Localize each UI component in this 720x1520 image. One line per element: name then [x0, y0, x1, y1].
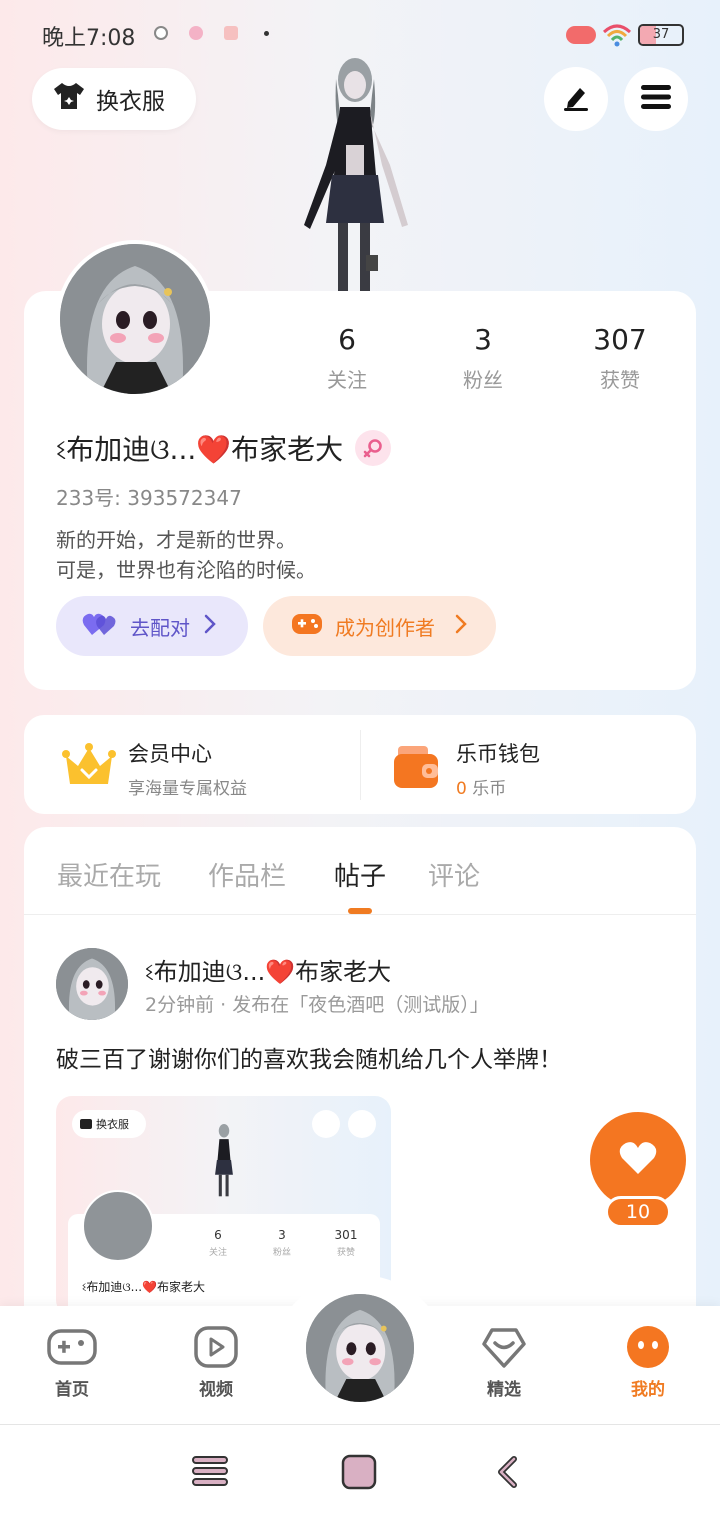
username: ଽ布加迪ଓ...❤️布家老大: [56, 433, 344, 466]
shield-icon: [154, 26, 168, 40]
shirt-icon: [52, 81, 86, 117]
game-controller-icon: [291, 611, 323, 642]
chevron-right-icon: [204, 614, 216, 639]
thumb-outfit-label: 换衣服: [96, 1118, 129, 1131]
tab-comments[interactable]: 评论: [428, 856, 480, 893]
stat-value: 307: [593, 323, 647, 356]
dot-icon: [264, 31, 269, 36]
stat-label: 获赞: [600, 368, 640, 392]
stat-value: 3: [278, 1228, 286, 1242]
change-outfit-label: 换衣服: [96, 89, 165, 115]
stat-label: 关注: [327, 368, 367, 392]
wallet-unit: 乐币: [472, 779, 507, 799]
character-model[interactable]: [290, 55, 420, 295]
tab-recently-played[interactable]: 最近在玩: [57, 856, 161, 893]
face-icon: [598, 1325, 698, 1369]
nav-label: 精选: [487, 1380, 521, 1400]
stat-likes[interactable]: 307 获赞: [565, 323, 675, 393]
female-icon: [355, 430, 392, 466]
stat-fans[interactable]: 3 粉丝: [428, 323, 538, 393]
thumb-stat: 6 关注: [196, 1228, 240, 1258]
post-text[interactable]: 破三百了谢谢你们的喜欢我会随机给几个人举牌！: [56, 1040, 562, 1074]
edit-profile-button[interactable]: [544, 67, 608, 131]
like-count: 10: [605, 1196, 671, 1228]
app-notify-icon: [189, 26, 203, 40]
vip-text: 会员中心 享海量专属权益: [128, 738, 247, 799]
nav-label: 我的: [631, 1380, 665, 1400]
vip-center-entry[interactable]: 会员中心 享海量专属权益: [62, 738, 247, 799]
become-creator-button[interactable]: 成为创作者: [263, 596, 496, 656]
post-author-name[interactable]: ଽ布加迪ଓ...❤️布家老大: [145, 952, 391, 987]
nav-home[interactable]: 首页: [22, 1325, 122, 1400]
stat-label: 获赞: [336, 1248, 355, 1258]
gamepad-icon: [22, 1325, 122, 1369]
stat-following[interactable]: 6 关注: [292, 323, 402, 393]
post-author-avatar[interactable]: [56, 948, 128, 1020]
chevron-right-icon: [455, 614, 467, 639]
thumb-stat: 301 获赞: [324, 1228, 368, 1258]
nav-mine[interactable]: 我的: [598, 1325, 698, 1400]
become-creator-label: 成为创作者: [335, 615, 435, 640]
heart-icon: [618, 1140, 658, 1180]
battery-indicator: 37: [638, 24, 684, 46]
thumb-username: ଽ布加迪ଓ...❤️布家老大: [82, 1280, 206, 1294]
change-outfit-button[interactable]: 换衣服: [32, 68, 196, 130]
stat-value: 6: [338, 323, 356, 356]
shirt-icon: [80, 1119, 92, 1129]
wallet-balance: 0 乐币: [456, 774, 540, 799]
wallet-text: 乐币钱包 0 乐币: [456, 738, 540, 799]
heart-shield-icon: [454, 1325, 554, 1369]
divider: [24, 914, 696, 915]
center-avatar-button[interactable]: [303, 1291, 417, 1405]
wallet-icon: [392, 744, 442, 794]
hamburger-icon: [348, 1110, 376, 1138]
user-id: 233号: 393572347: [56, 486, 242, 510]
status-time: 晚上7:08: [42, 26, 136, 51]
pen-icon: [312, 1110, 340, 1138]
post-meta[interactable]: 2分钟前 · 发布在「夜色酒吧（测试版）」: [145, 990, 489, 1017]
bio-line: 可是，世界也有沦陷的时候。: [56, 558, 316, 582]
nav-picks[interactable]: 精选: [454, 1325, 554, 1400]
stat-value: 301: [334, 1228, 358, 1242]
vip-subtitle: 享海量专属权益: [128, 779, 247, 799]
divider: [360, 730, 361, 800]
profile-avatar[interactable]: [56, 240, 214, 398]
pen-icon: [560, 82, 592, 116]
stat-label: 关注: [208, 1248, 227, 1258]
like-button[interactable]: [590, 1112, 686, 1208]
match-label: 去配对: [130, 615, 190, 640]
recent-apps-icon[interactable]: [192, 1456, 228, 1490]
bio-line: 新的开始，才是新的世界。: [56, 528, 296, 552]
wallet-amount: 0: [456, 779, 467, 799]
wallet-title: 乐币钱包: [456, 742, 540, 766]
crown-icon: [62, 742, 116, 796]
app-notify-icon-2: [224, 26, 238, 40]
stat-label: 粉丝: [272, 1248, 291, 1258]
back-icon[interactable]: [496, 1456, 520, 1492]
wifi-icon: [602, 20, 632, 48]
play-icon: [166, 1325, 266, 1369]
signal-off-icon: [566, 26, 596, 44]
nav-video[interactable]: 视频: [166, 1325, 266, 1400]
stat-value: 3: [474, 323, 492, 356]
home-icon[interactable]: [341, 1454, 377, 1494]
stat-value: 6: [214, 1228, 222, 1242]
menu-button[interactable]: [624, 67, 688, 131]
match-button[interactable]: 去配对: [56, 596, 248, 656]
nav-label: 首页: [55, 1380, 89, 1400]
nav-label: 视频: [199, 1380, 233, 1400]
thumb-outfit-button: 换衣服: [72, 1110, 146, 1138]
double-heart-icon: [82, 611, 116, 642]
thumb-avatar: [82, 1190, 154, 1262]
tab-posts[interactable]: 帖子: [334, 856, 386, 893]
character-model-thumb: [204, 1104, 244, 1216]
username-row: ଽ布加迪ଓ...❤️布家老大: [56, 428, 392, 468]
battery-level: 37: [652, 27, 670, 42]
stat-label: 粉丝: [463, 368, 503, 392]
hamburger-icon: [640, 83, 672, 115]
tab-works[interactable]: 作品栏: [208, 856, 286, 893]
thumb-stat: 3 粉丝: [260, 1228, 304, 1258]
vip-title: 会员中心: [128, 742, 212, 766]
wallet-entry[interactable]: 乐币钱包 0 乐币: [392, 738, 540, 799]
